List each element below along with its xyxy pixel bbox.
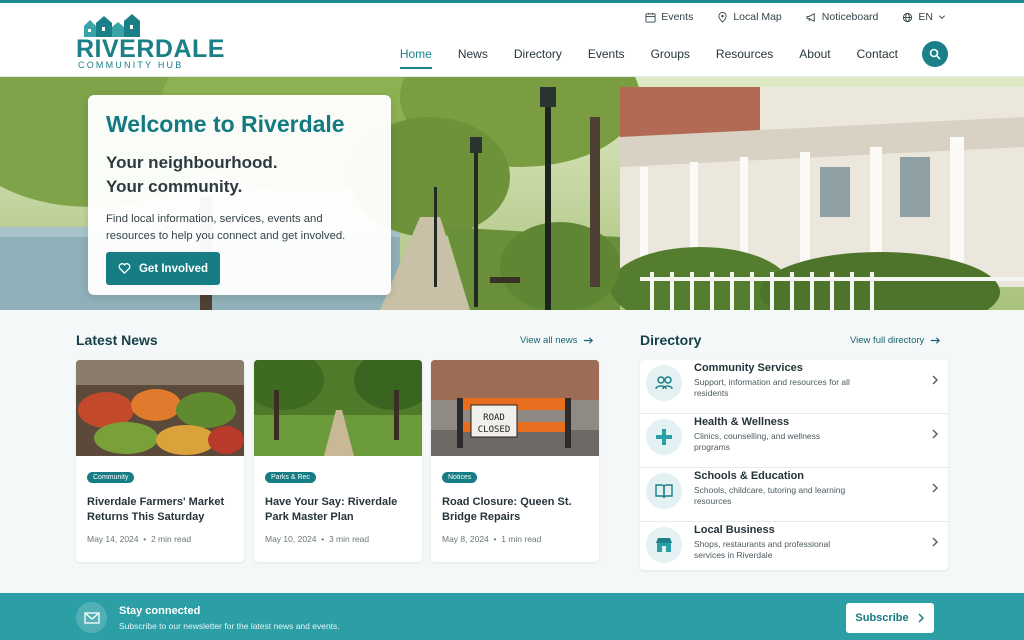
- newsletter-title: Stay connected: [119, 605, 201, 617]
- people-icon: [655, 376, 673, 390]
- utility-noticeboard-link[interactable]: Noticeboard: [806, 11, 879, 23]
- envelope-icon: [83, 611, 100, 624]
- map-pin-icon: [718, 11, 727, 23]
- news-read-time: 1 min read: [501, 534, 542, 544]
- houses-logo-icon: [84, 14, 140, 37]
- news-category-badge: Community: [87, 472, 135, 483]
- news-date: May 8, 2024: [442, 534, 489, 544]
- chevron-right-icon: [932, 483, 938, 493]
- view-full-directory-label: View full directory: [850, 335, 925, 346]
- utility-map-link[interactable]: Local Map: [717, 11, 782, 23]
- hero-tagline-1: Your neighbourhood.: [106, 153, 278, 172]
- language-label: EN: [918, 11, 933, 23]
- news-meta: May 8, 2024 • 1 min read: [442, 534, 542, 544]
- view-all-news-label: View all news: [520, 335, 578, 346]
- news-meta: May 14, 2024 • 2 min read: [87, 534, 192, 544]
- calendar-icon: [645, 12, 656, 23]
- globe-icon: [903, 12, 913, 22]
- directory-item-health-wellness[interactable]: Health & Wellness Clinics, counselling, …: [640, 414, 948, 468]
- hero-description: Find local information, services, events…: [106, 213, 346, 242]
- language-selector[interactable]: EN: [902, 11, 946, 23]
- news-category-badge: Notices: [442, 472, 478, 483]
- nav-home[interactable]: Home: [399, 47, 432, 69]
- news-read-time: 2 min read: [150, 534, 192, 544]
- utility-events-link[interactable]: Events: [645, 11, 693, 23]
- road-closed-image: ROAD CLOSED: [431, 360, 599, 456]
- hero-banner: Welcome to Riverdale Your neighbourhood.…: [0, 77, 1024, 310]
- hero-title: Welcome to Riverdale: [106, 111, 345, 137]
- site-header: RIVERDALE COMMUNITY HUB Events Local Map…: [0, 3, 1024, 77]
- directory-item-title: Health & Wellness: [694, 416, 790, 428]
- directory-item-schools-education[interactable]: Schools & Education Schools, childcare, …: [640, 468, 948, 522]
- get-involved-label: Get Involved: [138, 262, 209, 275]
- news-card[interactable]: ROAD CLOSED Notices Road Closure: Queen …: [431, 360, 599, 562]
- chevron-down-icon: [938, 15, 946, 20]
- hero-tagline-2: Your community.: [106, 177, 243, 196]
- chevron-right-icon: [932, 537, 938, 547]
- nav-contact[interactable]: Contact: [857, 47, 898, 67]
- news-title: Riverdale Farmers' Market Returns This S…: [87, 496, 225, 523]
- news-card[interactable]: Community Riverdale Farmers' Market Retu…: [76, 360, 244, 562]
- directory-item-desc: Clinics, counselling, and wellness progr…: [694, 431, 821, 452]
- directory-item-desc: Schools, childcare, tutoring and learnin…: [694, 485, 846, 506]
- logo-subtitle: COMMUNITY HUB: [78, 60, 184, 70]
- news-card[interactable]: Parks & Rec Have Your Say: Riverdale Par…: [254, 360, 422, 562]
- chevron-right-icon: [918, 613, 924, 623]
- directory-item-title: Local Business: [694, 524, 775, 536]
- search-button[interactable]: [922, 41, 948, 67]
- search-icon: [929, 48, 941, 60]
- chevron-right-icon: [932, 375, 938, 385]
- nav-about[interactable]: About: [799, 47, 830, 67]
- subscribe-button[interactable]: Subscribe: [846, 603, 934, 633]
- directory-list: Community Services Support, information …: [640, 360, 948, 570]
- news-date: May 14, 2024: [87, 534, 139, 544]
- news-title: Have Your Say: Riverdale Park Master Pla…: [265, 496, 398, 523]
- subscribe-label: Subscribe: [855, 612, 909, 624]
- site-logo[interactable]: RIVERDALE COMMUNITY HUB: [76, 13, 224, 71]
- park-path-image: [254, 360, 422, 456]
- road-sign-line-1: ROAD: [483, 413, 505, 423]
- nav-events[interactable]: Events: [588, 47, 625, 67]
- megaphone-icon: [806, 12, 815, 22]
- utility-links: Events Local Map Noticeboard EN: [645, 11, 946, 23]
- news-read-time: 3 min read: [328, 534, 370, 544]
- directory-item-title: Schools & Education: [694, 470, 805, 482]
- book-icon: [655, 484, 673, 499]
- news-meta: May 10, 2024 • 3 min read: [265, 534, 370, 544]
- utility-noticeboard-label: Noticeboard: [821, 11, 879, 23]
- storefront-icon: [656, 538, 672, 552]
- newsletter-description: Subscribe to our newsletter for the late…: [119, 621, 340, 631]
- newsletter-banner: Stay connected Subscribe to our newslett…: [0, 593, 1024, 640]
- directory-item-community-services[interactable]: Community Services Support, information …: [640, 360, 948, 414]
- news-date: May 10, 2024: [265, 534, 317, 544]
- view-all-news-link[interactable]: View all news: [520, 335, 594, 346]
- heart-icon: [118, 263, 131, 275]
- directory-heading: Directory: [640, 332, 702, 348]
- main-nav: Home News Directory Events Groups Resour…: [399, 47, 898, 69]
- nav-news[interactable]: News: [458, 47, 488, 67]
- nav-groups[interactable]: Groups: [651, 47, 690, 67]
- latest-news-heading: Latest News: [76, 332, 158, 348]
- utility-map-label: Local Map: [733, 11, 782, 23]
- news-category-badge: Parks & Rec: [265, 472, 316, 483]
- arrow-right-icon: [584, 337, 594, 344]
- hero-welcome-card: Welcome to Riverdale Your neighbourhood.…: [88, 95, 391, 295]
- arrow-right-icon: [931, 337, 941, 344]
- farmers-market-image: [76, 360, 244, 456]
- utility-events-label: Events: [661, 11, 694, 23]
- chevron-right-icon: [932, 429, 938, 439]
- directory-item-title: Community Services: [694, 362, 803, 374]
- news-title: Road Closure: Queen St. Bridge Repairs: [442, 496, 572, 523]
- nav-resources[interactable]: Resources: [716, 47, 773, 67]
- nav-directory[interactable]: Directory: [514, 47, 562, 67]
- road-sign-line-2: CLOSED: [478, 425, 511, 435]
- medical-cross-icon: [656, 429, 672, 445]
- directory-item-desc: Shops, restaurants and professional serv…: [694, 539, 831, 560]
- get-involved-button[interactable]: Get Involved: [106, 252, 220, 285]
- directory-item-desc: Support, information and resources for a…: [694, 377, 850, 398]
- view-full-directory-link[interactable]: View full directory: [850, 335, 941, 346]
- directory-item-local-business[interactable]: Local Business Shops, restaurants and pr…: [640, 522, 948, 576]
